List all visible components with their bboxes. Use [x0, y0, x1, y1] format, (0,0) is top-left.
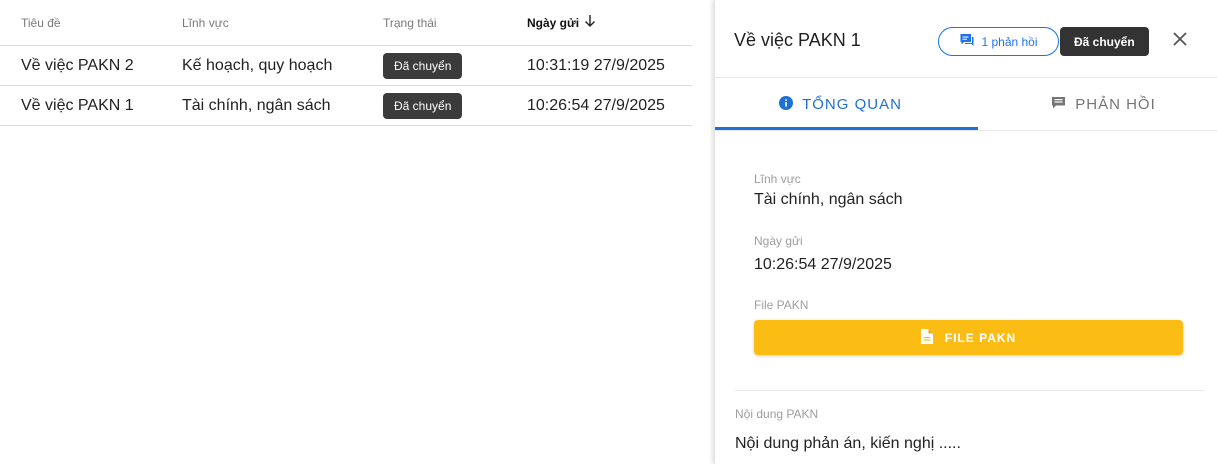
header-field[interactable]: Lĩnh vực [182, 0, 229, 45]
row-status: Đã chuyển [383, 46, 463, 85]
row-sent-date: 10:26:54 27/9/2025 [527, 96, 665, 114]
tab-active-indicator [715, 127, 978, 130]
chat-icon [959, 32, 975, 51]
row-field: Tài chính, ngân sách [182, 96, 331, 114]
file-label: File PAKN [754, 298, 809, 312]
comment-icon [1051, 96, 1066, 114]
divider [735, 390, 1204, 391]
file-button-label: FILE PAKN [944, 330, 1017, 345]
tab-overview-label: TỔNG QUAN [802, 96, 902, 113]
tab-replies-label: PHẢN HỒI [1075, 96, 1156, 113]
tab-replies[interactable]: PHẢN HỒI [978, 78, 1217, 131]
row-title: Về việc PAKN 1 [21, 96, 134, 114]
file-pakn-button[interactable]: FILE PAKN [754, 320, 1183, 355]
header-title[interactable]: Tiêu đề [21, 0, 61, 45]
row-sent-date: 10:31:19 27/9/2025 [527, 56, 665, 74]
row-title: Về việc PAKN 2 [21, 56, 134, 74]
field-label: Lĩnh vực [754, 172, 801, 186]
panel-tabs: TỔNG QUAN PHẢN HỒI [715, 78, 1217, 131]
arrow-down-icon[interactable] [584, 14, 596, 31]
close-button[interactable] [1168, 29, 1192, 53]
content-value: Nội dung phản án, kiến nghị ..... [735, 435, 961, 452]
header-status[interactable]: Trạng thái [383, 0, 437, 45]
table-row[interactable]: Về việc PAKN 2 Kế hoạch, quy hoạch Đã ch… [0, 46, 692, 86]
row-status: Đã chuyển [383, 86, 463, 125]
reply-count-label: 1 phản hồi [981, 34, 1038, 49]
tab-overview[interactable]: TỔNG QUAN [715, 78, 966, 131]
file-icon [920, 328, 933, 347]
panel-title: Về việc PAKN 1 [734, 30, 861, 50]
status-badge: Đã chuyển [383, 92, 463, 119]
detail-panel: Về việc PAKN 1 1 phản hồi Đã chuyển TỔNG… [714, 0, 1217, 464]
row-field: Kế hoạch, quy hoạch [182, 56, 333, 74]
sent-date-value: 10:26:54 27/9/2025 [754, 256, 892, 273]
pakn-table: Tiêu đề Lĩnh vực Trạng thái Ngày gửi Về … [0, 0, 692, 126]
sent-date-label: Ngày gửi [754, 234, 803, 248]
field-value: Tài chính, ngân sách [754, 191, 903, 208]
reply-count-chip[interactable]: 1 phản hồi [938, 27, 1059, 56]
info-icon [779, 95, 794, 114]
page: Tiêu đề Lĩnh vực Trạng thái Ngày gửi Về … [0, 0, 1217, 464]
header-sent-date[interactable]: Ngày gửi [527, 0, 596, 45]
panel-header: Về việc PAKN 1 1 phản hồi Đã chuyển [715, 0, 1217, 78]
close-icon [1172, 31, 1188, 52]
status-badge: Đã chuyển [383, 52, 463, 79]
content-label: Nội dung PAKN [735, 407, 819, 421]
table-header: Tiêu đề Lĩnh vực Trạng thái Ngày gửi [0, 0, 692, 46]
header-sent-date-label: Ngày gửi [527, 15, 580, 30]
table-row[interactable]: Về việc PAKN 1 Tài chính, ngân sách Đã c… [0, 86, 692, 126]
status-badge: Đã chuyển [1060, 27, 1149, 56]
